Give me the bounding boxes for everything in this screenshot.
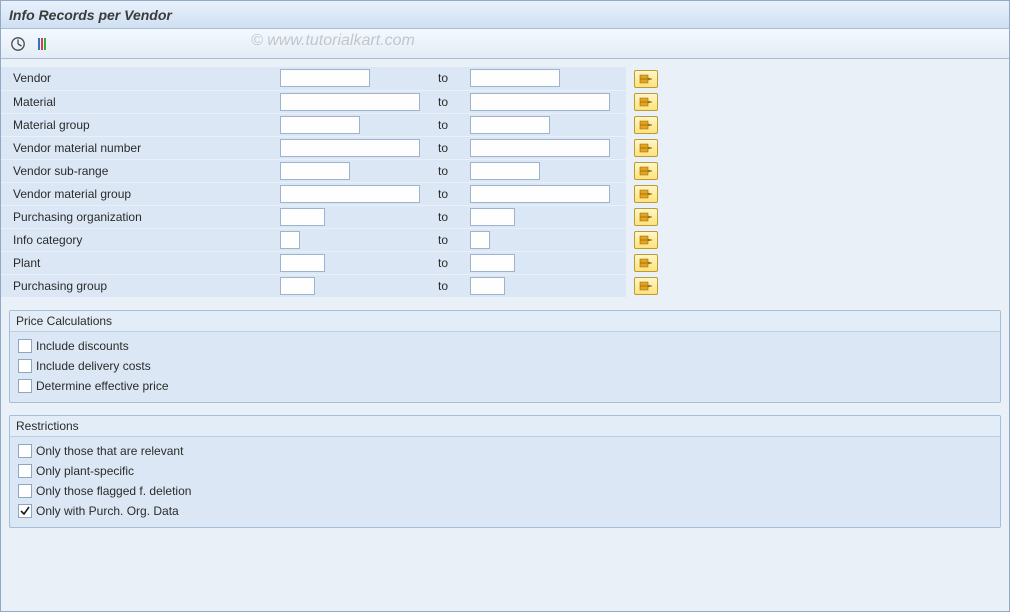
selection-row-vendor: Vendor to xyxy=(1,67,1009,90)
material-to-input[interactable] xyxy=(470,93,610,111)
plant-to-input[interactable] xyxy=(470,254,515,272)
check-row-only-flagged-deletion: Only those flagged f. deletion xyxy=(16,481,994,501)
purch-group-to-input[interactable] xyxy=(470,277,505,295)
selection-row-vend-subrange: Vendor sub-range to xyxy=(1,159,1009,182)
checkbox-determine-eff-price[interactable] xyxy=(18,379,32,393)
check-row-only-plant-specific: Only plant-specific xyxy=(16,461,994,481)
to-label: to xyxy=(438,164,448,178)
selection-row-plant: Plant to xyxy=(1,251,1009,274)
field-label: Purchasing organization xyxy=(13,210,142,224)
checkbox-include-delivery-costs[interactable] xyxy=(18,359,32,373)
to-label: to xyxy=(438,233,448,247)
checkbox-only-relevant[interactable] xyxy=(18,444,32,458)
multiple-selection-button[interactable] xyxy=(634,162,658,180)
to-label: to xyxy=(438,118,448,132)
field-label: Vendor material number xyxy=(13,141,141,155)
checkbox-only-purch-org-data[interactable] xyxy=(18,504,32,518)
selection-row-vend-mat-group: Vendor material group to xyxy=(1,182,1009,205)
selection-row-purch-group: Purchasing group to xyxy=(1,274,1009,297)
multiple-selection-button[interactable] xyxy=(634,70,658,88)
to-label: to xyxy=(438,256,448,270)
multiple-selection-button[interactable] xyxy=(634,231,658,249)
get-variant-icon[interactable] xyxy=(31,33,53,55)
checkbox-label: Include discounts xyxy=(36,339,129,353)
multiple-selection-button[interactable] xyxy=(634,254,658,272)
to-label: to xyxy=(438,210,448,224)
check-row-include-discounts: Include discounts xyxy=(16,336,994,356)
field-label: Material xyxy=(13,95,56,109)
group-title: Price Calculations xyxy=(10,311,1000,332)
execute-icon[interactable] xyxy=(7,33,29,55)
selection-row-info-category: Info category to xyxy=(1,228,1009,251)
window-titlebar: Info Records per Vendor xyxy=(1,1,1009,29)
multiple-selection-button[interactable] xyxy=(634,139,658,157)
selection-screen: Vendor to Material to Material group to xyxy=(1,67,1009,536)
group-title: Restrictions xyxy=(10,416,1000,437)
to-label: to xyxy=(438,187,448,201)
checkbox-label: Only those that are relevant xyxy=(36,444,183,458)
checkbox-label: Only those flagged f. deletion xyxy=(36,484,191,498)
watermark-text: © www.tutorialkart.com xyxy=(251,32,415,50)
selection-row-vend-mat-no: Vendor material number to xyxy=(1,136,1009,159)
info-category-to-input[interactable] xyxy=(470,231,490,249)
checkbox-label: Determine effective price xyxy=(36,379,169,393)
info-category-from-input[interactable] xyxy=(280,231,300,249)
field-label: Purchasing group xyxy=(13,279,107,293)
checkbox-only-plant-specific[interactable] xyxy=(18,464,32,478)
vend-mat-group-to-input[interactable] xyxy=(470,185,610,203)
multiple-selection-button[interactable] xyxy=(634,116,658,134)
vend-mat-no-from-input[interactable] xyxy=(280,139,420,157)
check-row-only-relevant: Only those that are relevant xyxy=(16,441,994,461)
checkbox-include-discounts[interactable] xyxy=(18,339,32,353)
purch-org-from-input[interactable] xyxy=(280,208,325,226)
checkbox-label: Only plant-specific xyxy=(36,464,134,478)
window-title: Info Records per Vendor xyxy=(9,7,172,23)
field-label: Vendor material group xyxy=(13,187,131,201)
multiple-selection-button[interactable] xyxy=(634,185,658,203)
material-group-to-input[interactable] xyxy=(470,116,550,134)
purch-group-from-input[interactable] xyxy=(280,277,315,295)
vend-subrange-to-input[interactable] xyxy=(470,162,540,180)
to-label: to xyxy=(438,279,448,293)
checkbox-only-flagged-deletion[interactable] xyxy=(18,484,32,498)
vend-mat-group-from-input[interactable] xyxy=(280,185,420,203)
multiple-selection-button[interactable] xyxy=(634,208,658,226)
group-restrictions: Restrictions Only those that are relevan… xyxy=(9,415,1001,528)
field-label: Info category xyxy=(13,233,82,247)
to-label: to xyxy=(438,95,448,109)
group-price-calc: Price Calculations Include discounts Inc… xyxy=(9,310,1001,403)
selection-row-purch-org: Purchasing organization to xyxy=(1,205,1009,228)
field-label: Vendor sub-range xyxy=(13,164,108,178)
field-label: Plant xyxy=(13,256,40,270)
vend-mat-no-to-input[interactable] xyxy=(470,139,610,157)
plant-from-input[interactable] xyxy=(280,254,325,272)
check-row-include-delivery-costs: Include delivery costs xyxy=(16,356,994,376)
material-from-input[interactable] xyxy=(280,93,420,111)
checkbox-label: Only with Purch. Org. Data xyxy=(36,504,179,518)
check-row-only-purch-org-data: Only with Purch. Org. Data xyxy=(16,501,994,521)
checkbox-label: Include delivery costs xyxy=(36,359,151,373)
selection-table: Vendor to Material to Material group to xyxy=(1,67,1009,298)
multiple-selection-button[interactable] xyxy=(634,93,658,111)
multiple-selection-button[interactable] xyxy=(634,277,658,295)
check-row-determine-eff-price: Determine effective price xyxy=(16,376,994,396)
vendor-from-input[interactable] xyxy=(280,69,370,87)
purch-org-to-input[interactable] xyxy=(470,208,515,226)
to-label: to xyxy=(438,141,448,155)
material-group-from-input[interactable] xyxy=(280,116,360,134)
selection-row-material-group: Material group to xyxy=(1,113,1009,136)
selection-row-material: Material to xyxy=(1,90,1009,113)
vend-subrange-from-input[interactable] xyxy=(280,162,350,180)
field-label: Material group xyxy=(13,118,90,132)
app-toolbar: © www.tutorialkart.com xyxy=(1,29,1009,59)
to-label: to xyxy=(438,71,448,85)
vendor-to-input[interactable] xyxy=(470,69,560,87)
field-label: Vendor xyxy=(13,71,51,85)
